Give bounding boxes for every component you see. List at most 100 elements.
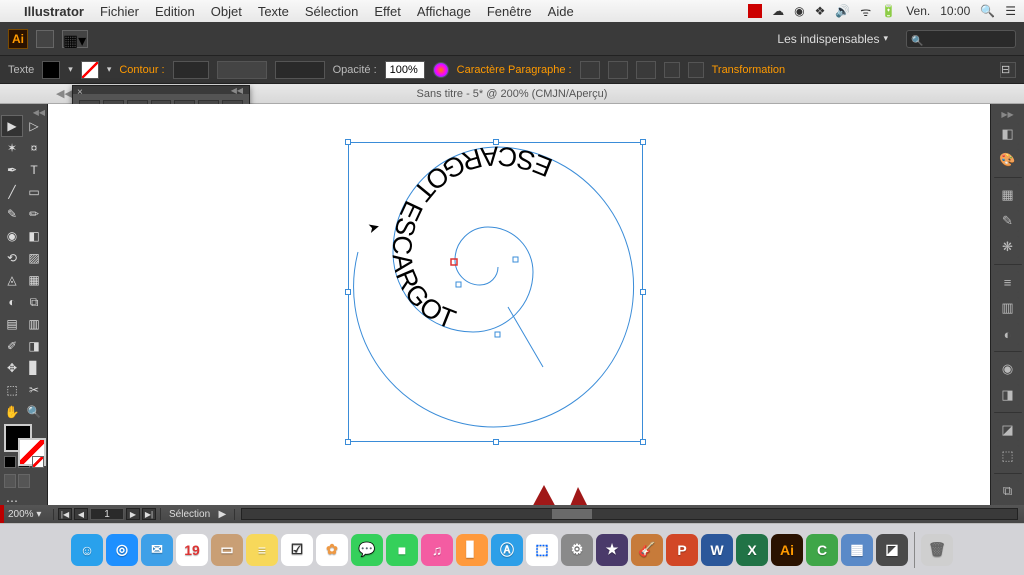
dock-appstore-icon[interactable]: Ⓐ	[491, 534, 523, 566]
menu-edition[interactable]: Edition	[155, 4, 195, 19]
last-artboard-button[interactable]: ▶|	[142, 508, 156, 520]
zoom-level-input[interactable]: 200% ▾	[4, 509, 54, 520]
dock-reminders-icon[interactable]: ☑	[281, 534, 313, 566]
dock-trash-icon[interactable]: 🗑	[921, 534, 953, 566]
next-artboard-button[interactable]: ▶	[126, 508, 140, 520]
paintbrush-tool[interactable]: ✎	[2, 204, 22, 224]
dropbox-menu-icon[interactable]: ❖	[815, 4, 826, 18]
lasso-tool[interactable]: ¤	[24, 138, 44, 158]
artboard-number-input[interactable]: 1	[90, 508, 124, 520]
screen-mode-normal[interactable]	[4, 474, 16, 488]
panel-color-guide-icon[interactable]: 🎨	[997, 149, 1019, 171]
zoom-tool[interactable]: 🔍	[24, 402, 44, 422]
panel-artboards-icon[interactable]: ⬚	[997, 445, 1019, 467]
panel-layers-icon[interactable]: ◪	[997, 419, 1019, 441]
menu-affichage[interactable]: Affichage	[417, 4, 471, 19]
symbol-sprayer-tool[interactable]: ✥	[2, 358, 22, 378]
eyedropper-tool[interactable]: ✐	[2, 336, 22, 356]
panel-stroke-icon[interactable]: ≡	[997, 271, 1019, 293]
prev-artboard-button[interactable]: ◀	[74, 508, 88, 520]
transform-link[interactable]: Transformation	[712, 64, 786, 76]
panel-color-icon[interactable]: ◧	[997, 123, 1019, 145]
panel-brushes-icon[interactable]: ✎	[997, 210, 1019, 232]
opacity-input[interactable]: 100%	[385, 61, 425, 79]
cc-icon[interactable]: ◉	[794, 4, 804, 18]
align-right-button[interactable]	[636, 61, 656, 79]
spotlight-icon[interactable]: 🔍	[980, 4, 995, 18]
canvas[interactable]: ESCARGOT ESCARGOT ➤	[48, 104, 990, 505]
style-dropdown[interactable]	[275, 61, 325, 79]
dock-garageband-icon[interactable]: 🎸	[631, 534, 663, 566]
menu-fenetre[interactable]: Fenêtre	[487, 4, 532, 19]
dock-calendar-icon[interactable]: 19	[176, 534, 208, 566]
color-mode-solid[interactable]	[4, 456, 16, 468]
spiral-artwork[interactable]: ESCARGOT ESCARGOT	[348, 142, 643, 442]
fill-swatch[interactable]	[42, 61, 60, 79]
perspective-tool[interactable]: ⧉	[24, 292, 44, 312]
dock-app1-icon[interactable]: ▦	[841, 534, 873, 566]
dock-finder-icon[interactable]: ☺	[71, 534, 103, 566]
panel-appearance-icon[interactable]: ◉	[997, 358, 1019, 380]
menu-selection[interactable]: Sélection	[305, 4, 358, 19]
status-tool-label[interactable]: Sélection ▶	[161, 509, 235, 520]
panel-libraries-icon[interactable]: ⧉	[997, 480, 1019, 502]
eraser-tool[interactable]: ◧	[24, 226, 44, 246]
shape-builder-tool[interactable]: ◐	[2, 292, 22, 312]
status-red-icon[interactable]	[748, 4, 762, 18]
menu-effet[interactable]: Effet	[374, 4, 401, 19]
panel-symbols-icon[interactable]: ❋	[997, 236, 1019, 258]
dock-facetime-icon[interactable]: ■	[386, 534, 418, 566]
gradient-tool[interactable]: ▥	[24, 314, 44, 334]
width-tool[interactable]: ◬	[2, 270, 22, 290]
stroke-swatch[interactable]	[81, 61, 99, 79]
new-doc-icon[interactable]	[36, 30, 54, 48]
dock-imovie-icon[interactable]: ★	[596, 534, 628, 566]
dock-illustrator-icon[interactable]: Ai	[771, 534, 803, 566]
panel-swatches-icon[interactable]: ▦	[997, 184, 1019, 206]
scale-tool[interactable]: ▨	[24, 248, 44, 268]
blend-tool[interactable]: ◨	[24, 336, 44, 356]
type-tool[interactable]: T	[24, 160, 44, 180]
dock-camtasia-icon[interactable]: C	[806, 534, 838, 566]
slice-tool[interactable]: ✂	[24, 380, 44, 400]
line-tool[interactable]: ╱	[2, 182, 22, 202]
clock-day[interactable]: Ven.	[906, 4, 930, 18]
align-panel-icon[interactable]	[664, 62, 680, 78]
battery-icon[interactable]: 🔋	[881, 4, 896, 18]
arrange-docs-icon[interactable]: ▦▾	[62, 30, 88, 48]
dock-settings-icon[interactable]: ⚙	[561, 534, 593, 566]
panel-graphic-styles-icon[interactable]: ◨	[997, 384, 1019, 406]
dock-mail-icon[interactable]: ✉	[141, 534, 173, 566]
menu-texte[interactable]: Texte	[258, 4, 289, 19]
notification-icon[interactable]: ☰	[1005, 4, 1016, 18]
stroke-label[interactable]: Contour :	[119, 64, 164, 76]
dock-powerpoint-icon[interactable]: P	[666, 534, 698, 566]
dock-excel-icon[interactable]: X	[736, 534, 768, 566]
artboard-tool[interactable]: ⬚	[2, 380, 22, 400]
magic-wand-tool[interactable]: ✶	[2, 138, 22, 158]
pen-tool[interactable]: ✒	[2, 160, 22, 180]
character-paragraph-link[interactable]: Caractère Paragraphe :	[457, 64, 572, 76]
fill-stroke-color[interactable]	[4, 424, 46, 452]
brush-dropdown[interactable]	[217, 61, 267, 79]
align-left-button[interactable]	[580, 61, 600, 79]
recolor-icon[interactable]	[433, 62, 449, 78]
volume-icon[interactable]: 🔊	[835, 4, 850, 18]
dock-safari-icon[interactable]: ◎	[106, 534, 138, 566]
dock-photos-icon[interactable]: ✿	[316, 534, 348, 566]
rotate-tool[interactable]: ⟲	[2, 248, 22, 268]
control-menu-icon[interactable]: ⊟	[1000, 62, 1016, 78]
panel-close-icon[interactable]: ×	[77, 87, 83, 98]
dock-itunes-icon[interactable]: ♫	[421, 534, 453, 566]
free-transform-tool[interactable]: ▦	[24, 270, 44, 290]
panel-drag-bar[interactable]: ◀◀	[73, 86, 249, 94]
wifi-icon[interactable]: ᯤ	[860, 3, 871, 20]
color-mode-none[interactable]	[32, 456, 44, 468]
selection-tool[interactable]: ▶	[2, 116, 22, 136]
menu-aide[interactable]: Aide	[548, 4, 574, 19]
help-search-input[interactable]: 🔍	[906, 30, 1016, 48]
dock-messages-icon[interactable]: 💬	[351, 534, 383, 566]
dock-word-icon[interactable]: W	[701, 534, 733, 566]
cloud-icon[interactable]: ☁	[772, 4, 784, 18]
dock-notes-icon[interactable]: ≡	[246, 534, 278, 566]
